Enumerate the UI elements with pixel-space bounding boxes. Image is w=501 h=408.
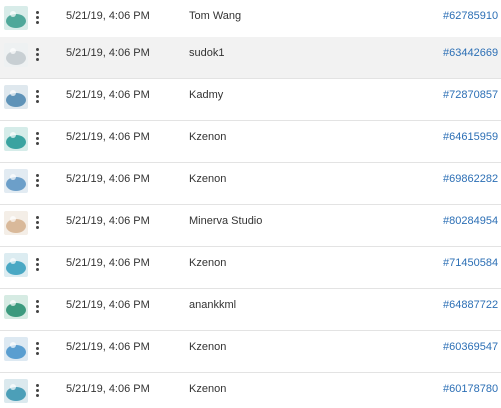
thumbnail-image[interactable]	[4, 127, 28, 151]
image-thumbnail-icon	[4, 337, 28, 361]
owner-name: Minerva Studio	[189, 215, 263, 227]
thumbnail-image[interactable]	[4, 295, 28, 319]
asset-id-link[interactable]: #72870857	[443, 79, 498, 111]
list-item[interactable]: 5/21/19, 4:06 PM Kzenon #60369547	[0, 331, 501, 373]
modified-date: 5/21/19, 4:06 PM	[66, 10, 150, 22]
thumbnail-image[interactable]	[4, 337, 28, 361]
asset-id-link[interactable]: #60178780	[443, 373, 498, 405]
asset-id-link[interactable]: #80284954	[443, 205, 498, 237]
asset-id-link[interactable]: #69862282	[443, 163, 498, 195]
thumbnail-image[interactable]	[4, 6, 28, 30]
image-thumbnail-icon	[4, 85, 28, 109]
owner-name: Kzenon	[189, 383, 227, 395]
owner-name: Kadmy	[189, 89, 224, 101]
list-item[interactable]: 5/21/19, 4:06 PM Kzenon #71450584	[0, 247, 501, 289]
modified-date: 5/21/19, 4:06 PM	[66, 383, 150, 395]
list-item[interactable]: 5/21/19, 4:06 PM Minerva Studio #8028495…	[0, 205, 501, 247]
modified-date: 5/21/19, 4:06 PM	[66, 215, 150, 227]
more-options-icon[interactable]	[33, 171, 43, 191]
modified-date: 5/21/19, 4:06 PM	[66, 47, 150, 59]
image-thumbnail-icon	[4, 253, 28, 277]
asset-id-link[interactable]: #62785910	[443, 0, 498, 32]
more-options-icon[interactable]	[33, 8, 43, 28]
thumbnail-image[interactable]	[4, 85, 28, 109]
thumbnail-image[interactable]	[4, 379, 28, 403]
more-options-icon[interactable]	[33, 339, 43, 359]
owner-name: Tom Wang	[189, 10, 242, 22]
asset-id-link[interactable]: #63442669	[443, 37, 498, 69]
thumbnail-image[interactable]	[4, 43, 28, 67]
list-item[interactable]: 5/21/19, 4:06 PM Kzenon #64615959	[0, 121, 501, 163]
modified-date: 5/21/19, 4:06 PM	[66, 131, 150, 143]
more-options-icon[interactable]	[33, 87, 43, 107]
image-thumbnail-icon	[4, 127, 28, 151]
modified-date: 5/21/19, 4:06 PM	[66, 299, 150, 311]
asset-id-link[interactable]: #71450584	[443, 247, 498, 279]
modified-date: 5/21/19, 4:06 PM	[66, 173, 150, 185]
thumbnail-image[interactable]	[4, 169, 28, 193]
list-item[interactable]: 5/21/19, 4:06 PM anankkml #64887722	[0, 289, 501, 331]
asset-list: 5/21/19, 4:06 PM Tom Wang #62785910 5/21…	[0, 0, 501, 408]
modified-date: 5/21/19, 4:06 PM	[66, 257, 150, 269]
asset-id-link[interactable]: #64887722	[443, 289, 498, 321]
more-options-icon[interactable]	[33, 381, 43, 401]
owner-name: Kzenon	[189, 341, 227, 353]
owner-name: sudok1	[189, 47, 225, 59]
image-thumbnail-icon	[4, 169, 28, 193]
list-item[interactable]: 5/21/19, 4:06 PM Tom Wang #62785910	[0, 0, 501, 42]
image-thumbnail-icon	[4, 6, 28, 30]
image-thumbnail-icon	[4, 211, 28, 235]
list-item[interactable]: 5/21/19, 4:06 PM Kzenon #69862282	[0, 163, 501, 205]
more-options-icon[interactable]	[33, 297, 43, 317]
owner-name: Kzenon	[189, 173, 227, 185]
more-options-icon[interactable]	[33, 129, 43, 149]
thumbnail-image[interactable]	[4, 253, 28, 277]
owner-name: anankkml	[189, 299, 237, 311]
image-thumbnail-icon	[4, 379, 28, 403]
owner-name: Kzenon	[189, 131, 227, 143]
more-options-icon[interactable]	[33, 255, 43, 275]
modified-date: 5/21/19, 4:06 PM	[66, 341, 150, 353]
more-options-icon[interactable]	[33, 45, 43, 65]
thumbnail-image[interactable]	[4, 211, 28, 235]
asset-id-link[interactable]: #60369547	[443, 331, 498, 363]
modified-date: 5/21/19, 4:06 PM	[66, 89, 150, 101]
asset-id-link[interactable]: #64615959	[443, 121, 498, 153]
list-item[interactable]: 5/21/19, 4:06 PM Kzenon #60178780	[0, 373, 501, 408]
list-item[interactable]: 5/21/19, 4:06 PM Kadmy #72870857	[0, 79, 501, 121]
owner-name: Kzenon	[189, 257, 227, 269]
image-thumbnail-icon	[4, 43, 28, 67]
list-item[interactable]: 5/21/19, 4:06 PM sudok1 #63442669	[0, 37, 501, 79]
image-thumbnail-icon	[4, 295, 28, 319]
more-options-icon[interactable]	[33, 213, 43, 233]
